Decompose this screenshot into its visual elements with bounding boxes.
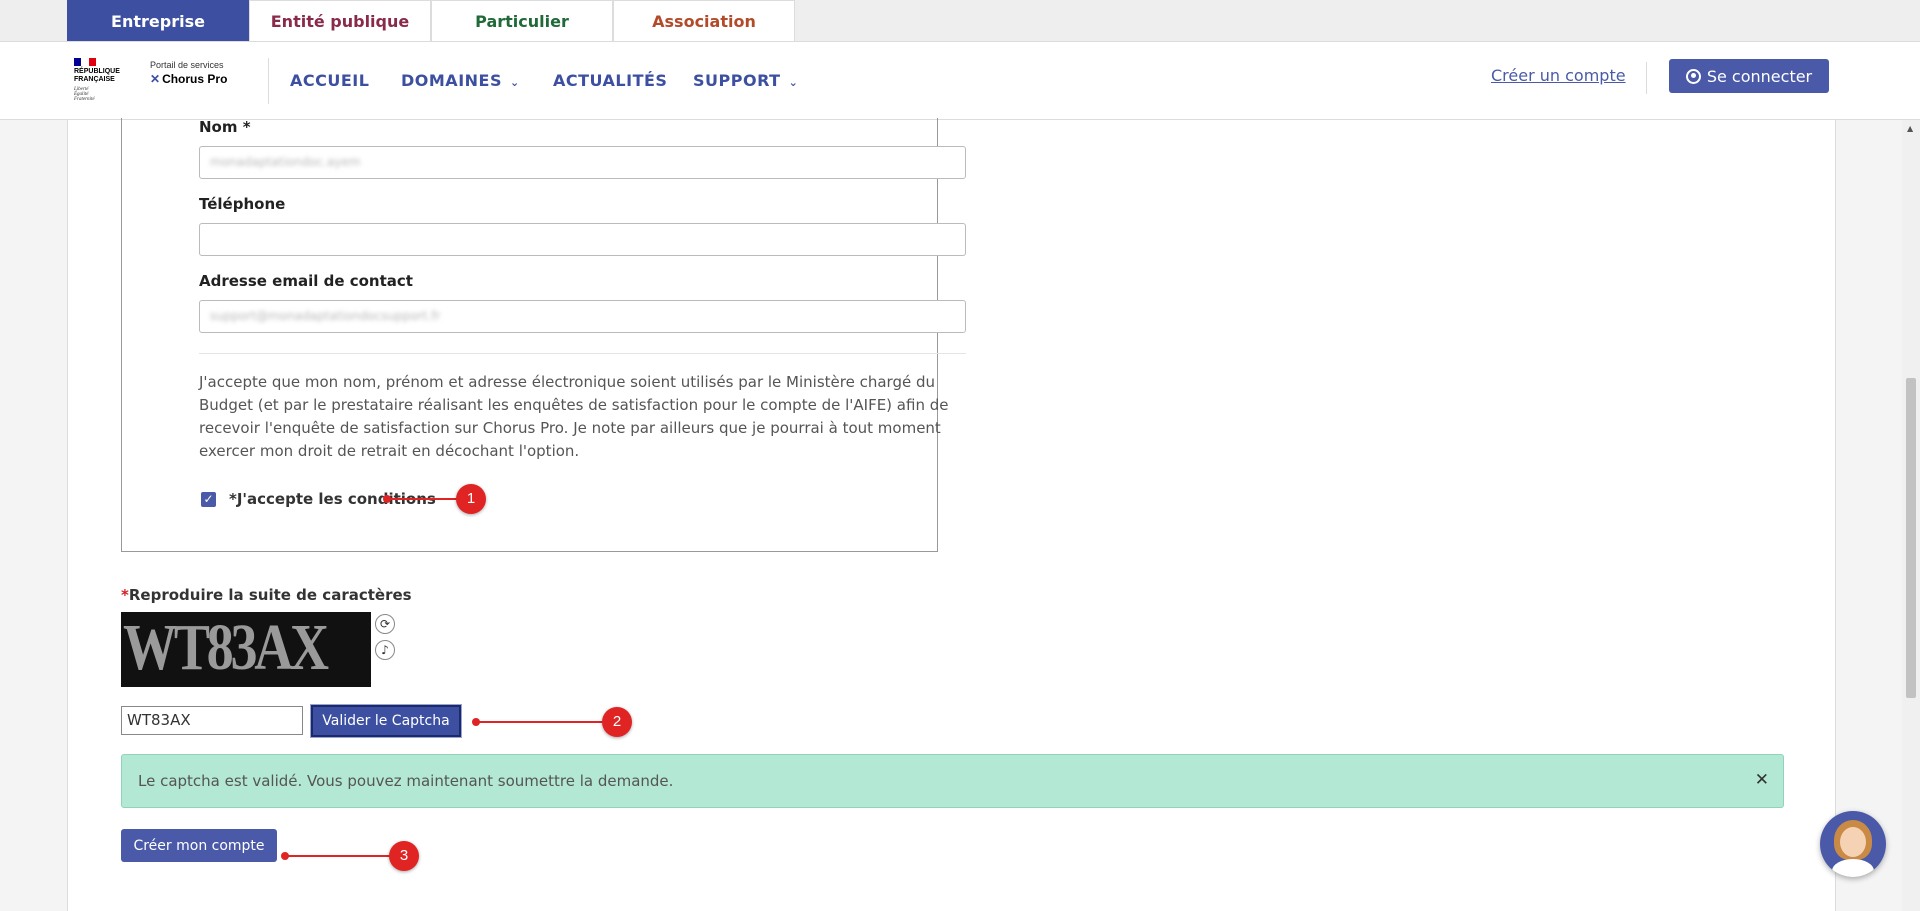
user-circle-icon [1685,68,1701,84]
tab-entreprise[interactable]: Entreprise [67,0,249,41]
captcha-input[interactable]: WT83AX [121,706,303,735]
email-input[interactable]: support@monadaptationdocsupport.fr [199,300,966,333]
audience-tab-bar: Entreprise Entité publique Particulier A… [0,0,1920,41]
portal-label: Portail de services [150,60,224,70]
contact-form-panel: Nom * monadaptationdoc.ayem Téléphone Ad… [121,118,966,552]
captcha-image: WT83AX [121,612,371,687]
annotation-marker-2: 2 [602,707,632,737]
captcha-success-alert: Le captcha est validé. Vous pouvez maint… [121,754,1784,808]
scrollbar-thumb[interactable] [1906,378,1916,698]
rf-line-1: RÉPUBLIQUE [74,68,120,75]
header-divider-right [1646,62,1647,94]
create-account-button[interactable]: Créer mon compte [121,829,277,862]
main-content: Nom * monadaptationdoc.ayem Téléphone Ad… [67,118,1836,911]
nom-input-value: monadaptationdoc.ayem [210,155,361,169]
annotation-marker-1: 1 [456,484,486,514]
tab-entite-publique[interactable]: Entité publique [249,0,431,41]
refresh-captcha-icon[interactable]: ⟳ [375,614,395,634]
validate-captcha-button[interactable]: Valider le Captcha [310,704,462,738]
telephone-label: Téléphone [199,195,286,213]
portal-name-text: Chorus Pro [162,72,228,86]
nom-label: Nom * [199,118,251,136]
nav-support[interactable]: SUPPORT ⌄ [693,71,798,90]
email-label: Adresse email de contact [199,272,413,290]
required-mark: * [121,586,129,604]
audio-captcha-icon[interactable]: ♪ [375,640,395,660]
chorus-pro-logo[interactable]: RÉPUBLIQUE FRANÇAISE Liberté Égalité Fra… [72,56,232,108]
avatar-body [1832,859,1874,877]
marianne-flag-icon [74,58,96,66]
page-scrollbar[interactable]: ▲ [1902,120,1920,911]
nav-actualites-label: ACTUALITÉS [553,71,668,90]
nav-accueil-label: ACCUEIL [290,71,370,90]
accept-conditions-checkbox[interactable]: ✓ [201,492,216,507]
nav-accueil[interactable]: ACCUEIL [290,71,369,90]
chevron-down-icon: ⌄ [788,76,799,89]
login-button[interactable]: Se connecter [1669,59,1829,93]
portal-name: ✕ Chorus Pro [150,72,227,86]
captcha-label-text: Reproduire la suite de caractères [128,586,412,604]
captcha-label: *Reproduire la suite de caractères [121,586,412,604]
annotation-marker-3: 3 [389,841,419,871]
login-button-label: Se connecter [1706,66,1813,86]
nav-support-label: SUPPORT [693,71,781,90]
chat-assistant-avatar[interactable] [1820,811,1886,877]
nom-input[interactable]: monadaptationdoc.ayem [199,146,966,179]
chevron-down-icon: ⌄ [509,76,520,89]
header-divider [268,58,269,104]
motto-fraternite: Fraternité [74,97,95,102]
chorus-logo-icon: ✕ [150,72,161,86]
site-header: RÉPUBLIQUE FRANÇAISE Liberté Égalité Fra… [0,41,1920,120]
nav-actualites[interactable]: ACTUALITÉS [553,71,667,90]
create-account-link[interactable]: Créer un compte [1491,66,1626,85]
avatar-face [1840,827,1866,857]
nav-domaines[interactable]: DOMAINES ⌄ [401,71,520,90]
annotation-line-1 [387,498,459,500]
tab-association[interactable]: Association [613,0,795,41]
consent-text: J'accepte que mon nom, prénom et adresse… [199,373,949,460]
nav-domaines-label: DOMAINES [401,71,502,90]
scroll-up-arrow-icon[interactable]: ▲ [1907,124,1913,133]
captcha-image-text: WT83AX [123,612,329,684]
rf-motto: Liberté Égalité Fraternité [74,87,95,102]
annotation-line-2 [476,721,606,723]
republique-francaise-text: RÉPUBLIQUE FRANÇAISE [74,68,120,84]
close-icon[interactable]: ✕ [1755,770,1769,790]
success-message: Le captcha est validé. Vous pouvez maint… [138,772,674,790]
telephone-input[interactable] [199,223,966,256]
rf-line-2: FRANÇAISE [74,76,115,83]
annotation-line-3 [285,855,393,857]
divider [199,353,966,354]
tab-particulier[interactable]: Particulier [431,0,613,41]
email-input-value: support@monadaptationdocsupport.fr [210,309,441,323]
